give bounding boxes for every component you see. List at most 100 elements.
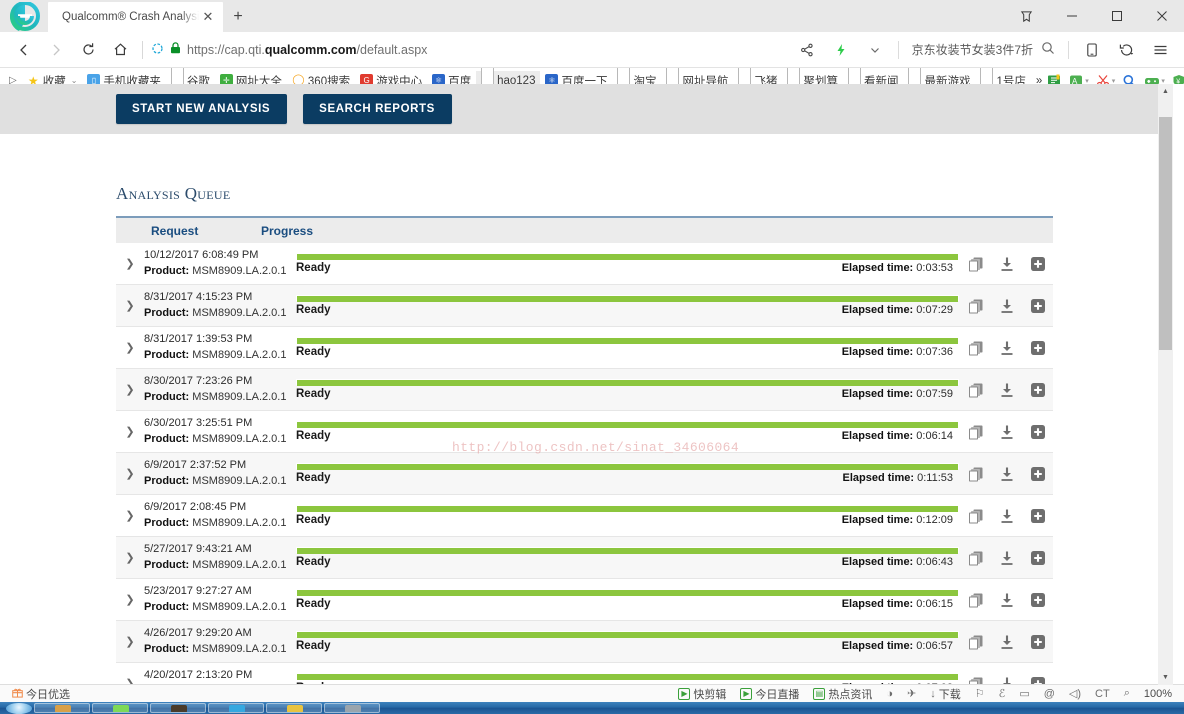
status-flag-marker[interactable]: ⚐ [969, 687, 991, 700]
browser-tab[interactable]: Qualcomm® Crash Analysis P ✕ [48, 2, 223, 32]
add-icon[interactable] [1028, 338, 1048, 358]
download-icon[interactable] [997, 548, 1017, 568]
copy-icon[interactable] [966, 548, 986, 568]
forward-icon[interactable] [40, 35, 72, 65]
expand-row-icon[interactable]: ❯ [116, 453, 144, 494]
table-row[interactable]: ❯ 5/23/2017 9:27:27 AM Product: MSM8909.LA… [116, 579, 1053, 621]
refresh-icon[interactable] [72, 35, 104, 65]
new-tab-button[interactable]: + [223, 2, 253, 32]
status-hot-news[interactable]: ▤ 热点资讯 [807, 686, 878, 702]
back-icon[interactable] [8, 35, 40, 65]
table-row[interactable]: ❯ 6/9/2017 2:37:52 PM Product: MSM8909.LA.… [116, 453, 1053, 495]
page-scrollbar[interactable]: ▲ ▼ [1158, 84, 1173, 685]
add-icon[interactable] [1028, 254, 1048, 274]
copy-icon[interactable] [966, 254, 986, 274]
add-icon[interactable] [1028, 464, 1048, 484]
start-new-analysis-button[interactable]: START NEW ANALYSIS [116, 94, 288, 124]
status-today-deals[interactable]: 今日优选 [6, 686, 76, 702]
download-icon[interactable] [997, 380, 1017, 400]
status-volume[interactable]: ◁) [1063, 687, 1087, 700]
copy-icon[interactable] [966, 506, 986, 526]
download-icon[interactable] [997, 464, 1017, 484]
taskbar-item[interactable] [92, 703, 148, 713]
home-icon[interactable] [104, 35, 136, 65]
expand-row-icon[interactable]: ❯ [116, 285, 144, 326]
download-icon[interactable] [997, 590, 1017, 610]
note-icon[interactable] [1004, 0, 1049, 32]
menu-icon[interactable] [1144, 35, 1176, 65]
taskbar-item[interactable] [208, 703, 264, 713]
search-icon[interactable] [1041, 41, 1055, 58]
taskbar-item[interactable] [324, 703, 380, 713]
download-icon[interactable] [997, 506, 1017, 526]
scroll-down-arrow[interactable]: ▼ [1158, 670, 1173, 685]
address-bar[interactable]: https://cap.qti.qualcomm.com/default.asp… [149, 36, 791, 64]
status-zoom-level[interactable]: 100% [1138, 688, 1178, 700]
download-icon[interactable] [997, 632, 1017, 652]
status-download-manager[interactable]: ↓ 下载 [924, 686, 967, 702]
copy-icon[interactable] [966, 296, 986, 316]
table-row[interactable]: ❯ 6/9/2017 2:08:45 PM Product: MSM8909.LA.… [116, 495, 1053, 537]
add-icon[interactable] [1028, 296, 1048, 316]
add-icon[interactable] [1028, 548, 1048, 568]
status-at-sign[interactable]: @ [1038, 688, 1061, 700]
status-rocket-boost[interactable]: ✈ [901, 687, 922, 700]
table-row[interactable]: ❯ 4/26/2017 9:29:20 AM Product: MSM8909.LA… [116, 621, 1053, 663]
expand-row-icon[interactable]: ❯ [116, 327, 144, 368]
table-row[interactable]: ❯ 8/31/2017 4:15:23 PM Product: MSM8909.LA… [116, 285, 1053, 327]
table-row[interactable]: ❯ 10/12/2017 6:08:49 PM Product: MSM8909.L… [116, 243, 1053, 285]
scroll-up-arrow[interactable]: ▲ [1158, 84, 1173, 99]
expand-row-icon[interactable]: ❯ [116, 621, 144, 662]
expand-row-icon[interactable]: ❯ [116, 495, 144, 536]
taskbar-item[interactable] [34, 703, 90, 713]
add-icon[interactable] [1028, 506, 1048, 526]
add-icon[interactable] [1028, 590, 1048, 610]
taskbar-item[interactable] [150, 703, 206, 713]
status-zoom-control[interactable]: ⌕ [1118, 687, 1136, 700]
table-row[interactable]: ❯ 8/31/2017 1:39:53 PM Product: MSM8909.LA… [116, 327, 1053, 369]
search-reports-button[interactable]: SEARCH REPORTS [303, 94, 452, 124]
copy-icon[interactable] [966, 338, 986, 358]
copy-icon[interactable] [966, 380, 986, 400]
expand-row-icon[interactable]: ❯ [116, 369, 144, 410]
download-icon[interactable] [997, 296, 1017, 316]
status-speed-gauge[interactable]: ◑ [880, 688, 899, 700]
chevron-down-icon[interactable] [859, 35, 891, 65]
share-icon[interactable] [791, 35, 823, 65]
status-live-today[interactable]: ▶ 今日直播 [734, 686, 805, 702]
copy-icon[interactable] [966, 422, 986, 442]
status-window-mode[interactable]: ▭ [1013, 687, 1035, 700]
taskbar-item[interactable] [266, 703, 322, 713]
table-row[interactable]: ❯4/20/2017 2:13:20 PMProduct: MSM8909.LA… [116, 663, 1053, 685]
download-icon[interactable] [997, 422, 1017, 442]
download-icon[interactable] [997, 254, 1017, 274]
close-tab-icon[interactable]: ✕ [199, 8, 217, 26]
close-window-button[interactable] [1139, 0, 1184, 32]
table-row[interactable]: ❯ 6/30/2017 3:25:51 PM Product: MSM8909.LA… [116, 411, 1053, 453]
add-icon[interactable] [1028, 632, 1048, 652]
minimize-button[interactable] [1049, 0, 1094, 32]
start-button[interactable] [6, 702, 32, 714]
maximize-button[interactable] [1094, 0, 1139, 32]
lightning-icon[interactable] [825, 35, 857, 65]
reading-view-icon[interactable] [1076, 35, 1108, 65]
search-box[interactable]: 京东妆装节女装3件7折 [906, 41, 1061, 58]
copy-icon[interactable] [966, 632, 986, 652]
expand-row-icon[interactable]: ❯ [116, 663, 144, 685]
expand-row-icon[interactable]: ❯ [116, 411, 144, 452]
history-icon[interactable] [1110, 35, 1142, 65]
copy-icon[interactable] [966, 464, 986, 484]
add-icon[interactable] [1028, 422, 1048, 442]
expand-row-icon[interactable]: ❯ [116, 243, 144, 284]
download-icon[interactable] [997, 338, 1017, 358]
status-ct-label[interactable]: CT [1089, 688, 1116, 700]
scrollbar-thumb[interactable] [1159, 117, 1172, 350]
reading-mode-icon[interactable] [151, 42, 164, 58]
status-browser-mode[interactable]: ℰ [993, 687, 1012, 700]
status-quick-edit[interactable]: ▶ 快剪辑 [672, 686, 732, 702]
expand-row-icon[interactable]: ❯ [116, 579, 144, 620]
table-row[interactable]: ❯ 5/27/2017 9:43:21 AM Product: MSM8909.LA… [116, 537, 1053, 579]
search-input-value[interactable]: 京东妆装节女装3件7折 [912, 41, 1033, 58]
table-row[interactable]: ❯ 8/30/2017 7:23:26 PM Product: MSM8909.LA… [116, 369, 1053, 411]
copy-icon[interactable] [966, 590, 986, 610]
